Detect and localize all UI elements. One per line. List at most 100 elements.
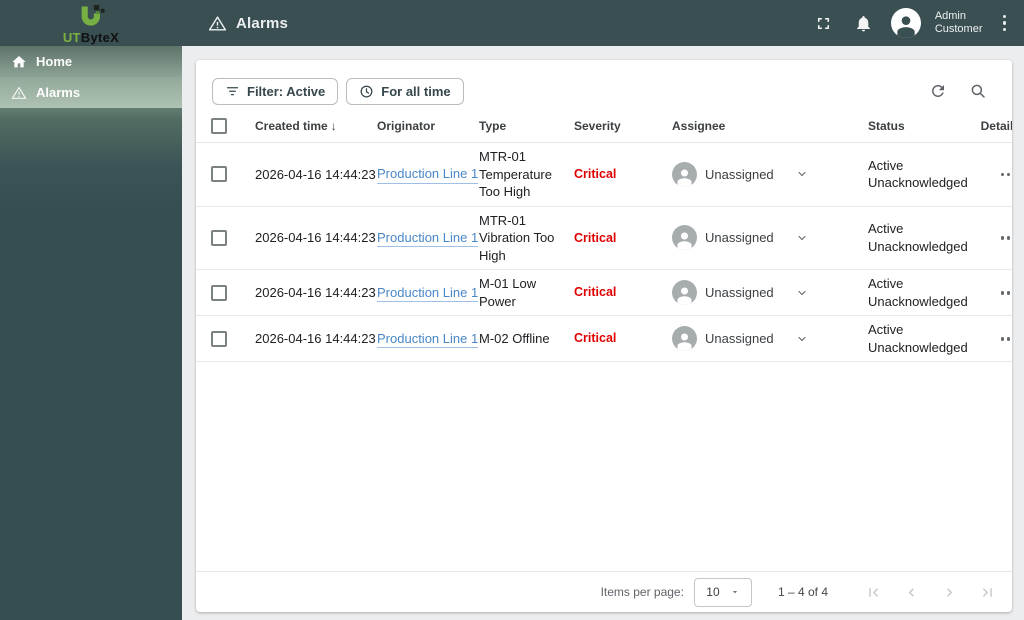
last-page-button[interactable]: [968, 573, 1006, 611]
originator-link[interactable]: Production Line 1: [377, 165, 479, 184]
column-header-originator[interactable]: Originator: [377, 119, 479, 133]
person-icon: [677, 333, 692, 352]
alarms-card: Filter: Active For all time Created time…: [196, 60, 1012, 612]
status-cell: Active Unacknowledged: [868, 276, 968, 309]
sort-desc-icon: ↓: [330, 119, 337, 133]
column-header-created-time[interactable]: Created time ↓: [255, 119, 377, 133]
severity-cell: Critical: [574, 331, 617, 346]
sidebar-item-home[interactable]: Home: [0, 46, 182, 77]
originator-link[interactable]: Production Line 1: [377, 229, 479, 248]
status-cell: Active Unacknowledged: [868, 157, 968, 191]
fullscreen-icon: [818, 17, 830, 29]
chevron-right-icon: [946, 587, 952, 597]
last-page-icon: [982, 587, 992, 597]
user-avatar[interactable]: [890, 8, 921, 38]
assignee-avatar: [672, 280, 697, 306]
row-actions-button[interactable]: [997, 167, 1013, 183]
sidebar-item-alarms[interactable]: Alarms: [0, 77, 182, 108]
more-menu-button[interactable]: [997, 11, 1013, 36]
main-content: Filter: Active For all time Created time…: [182, 46, 1024, 620]
previous-page-button[interactable]: [892, 573, 930, 611]
assignee-select[interactable]: Unassigned: [672, 225, 868, 251]
row-actions-button[interactable]: [997, 285, 1013, 301]
chevron-down-icon: [796, 287, 808, 299]
created-time-cell: 2026-04-16 14:44:23: [255, 285, 376, 301]
severity-cell: Critical: [574, 285, 617, 300]
ellipsis-icon: [1000, 291, 1004, 295]
table-row: 2026-04-16 14:44:23 Production Line 1 MT…: [196, 143, 1012, 207]
severity-cell: Critical: [574, 230, 617, 245]
assignee-label: Unassigned: [705, 166, 774, 182]
created-time-cell: 2026-04-16 14:44:23: [255, 230, 376, 246]
assignee-label: Unassigned: [705, 230, 774, 246]
time-range-button[interactable]: For all time: [346, 77, 464, 105]
brand-logo[interactable]: UTByteX: [0, 0, 182, 46]
alarm-type-cell: MTR-01 Vibration Too High: [479, 212, 555, 263]
person-icon: [677, 287, 692, 306]
clock-icon: [360, 85, 373, 97]
top-bar: UTByteX Alarms Admin Customer: [0, 0, 1024, 46]
warning-icon: [11, 86, 27, 99]
ellipsis-icon: [1000, 172, 1004, 177]
person-icon: [677, 232, 692, 251]
alarm-type-cell: M-01 Low Power: [479, 276, 537, 309]
table-body: 2026-04-16 14:44:23 Production Line 1 MT…: [196, 143, 1013, 363]
column-header-assignee[interactable]: Assignee: [672, 119, 868, 133]
refresh-button[interactable]: [926, 79, 950, 103]
ellipsis-icon: [1000, 337, 1004, 341]
kebab-icon: [1002, 14, 1006, 19]
person-icon: [677, 169, 692, 187]
page-title: Alarms: [236, 14, 289, 32]
user-name: Admin Customer: [934, 10, 983, 35]
items-per-page-label: Items per page:: [600, 585, 684, 599]
first-page-icon: [868, 587, 878, 597]
status-cell: Active Unacknowledged: [868, 221, 968, 254]
row-checkbox[interactable]: [211, 166, 227, 183]
table-header-row: Created time ↓ Originator Type Severity A…: [196, 110, 1012, 143]
sidebar-item-label: Home: [36, 54, 73, 69]
page-header: Alarms: [208, 14, 288, 33]
row-checkbox[interactable]: [211, 229, 227, 246]
column-header-severity[interactable]: Severity: [574, 119, 672, 133]
row-checkbox[interactable]: [211, 330, 227, 347]
created-time-cell: 2026-04-16 14:44:23: [255, 166, 376, 182]
chevron-down-icon: [796, 168, 808, 180]
column-header-type[interactable]: Type: [479, 119, 574, 133]
next-page-button[interactable]: [930, 573, 968, 611]
chevron-left-icon: [908, 587, 914, 597]
originator-link[interactable]: Production Line 1: [377, 284, 479, 303]
notifications-button[interactable]: [851, 10, 877, 36]
row-checkbox[interactable]: [211, 284, 227, 301]
column-header-details: Details: [980, 119, 1012, 133]
status-cell: Active Unacknowledged: [868, 322, 968, 355]
fullscreen-button[interactable]: [811, 10, 837, 36]
alarm-type-cell: MTR-01 Temperature Too High: [479, 149, 552, 200]
ellipsis-icon: [1000, 236, 1004, 240]
originator-link[interactable]: Production Line 1: [377, 330, 479, 349]
assignee-avatar: [672, 326, 697, 352]
assignee-label: Unassigned: [705, 331, 774, 347]
assignee-avatar: [672, 225, 697, 251]
sidebar: Home Alarms: [0, 46, 182, 620]
brand-name: UTByteX: [62, 29, 120, 45]
brand-logo-icon: [81, 4, 105, 26]
assignee-label: Unassigned: [705, 285, 774, 301]
search-button[interactable]: [966, 79, 990, 103]
assignee-select[interactable]: Unassigned: [672, 280, 868, 306]
severity-cell: Critical: [574, 166, 617, 181]
warning-icon: [208, 15, 227, 31]
alarm-type-cell: M-02 Offline: [479, 331, 550, 347]
bell-icon: [857, 15, 871, 31]
row-actions-button[interactable]: [997, 331, 1013, 347]
assignee-select[interactable]: Unassigned: [672, 161, 868, 187]
column-header-status[interactable]: Status: [868, 119, 980, 133]
select-all-checkbox[interactable]: [211, 118, 227, 134]
page-range-label: 1 – 4 of 4: [777, 585, 828, 599]
filter-button[interactable]: Filter: Active: [212, 77, 339, 105]
assignee-select[interactable]: Unassigned: [672, 326, 868, 352]
chevron-down-icon: [796, 333, 808, 345]
home-icon: [12, 55, 26, 67]
first-page-button[interactable]: [854, 573, 892, 611]
page-size-select[interactable]: 10: [693, 577, 752, 607]
row-actions-button[interactable]: [997, 230, 1013, 246]
